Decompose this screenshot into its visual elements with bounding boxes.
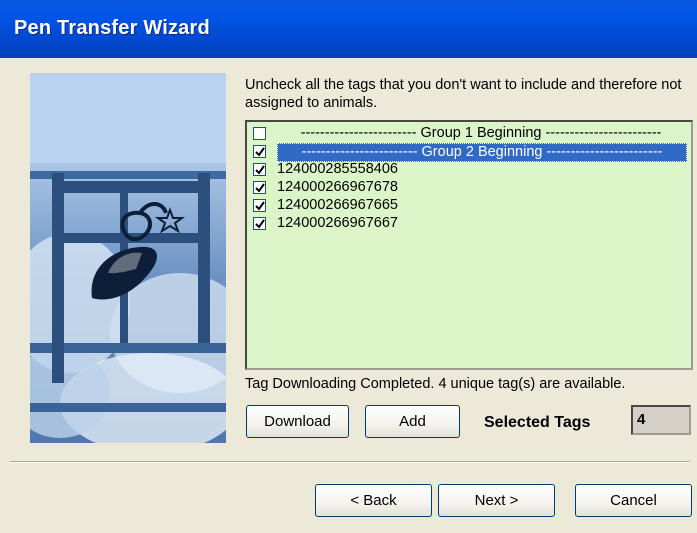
tag-label: ------------------------ Group 2 Beginni… — [277, 143, 687, 162]
tag-list-item[interactable]: 124000266967667 — [251, 215, 689, 233]
tag-list-item[interactable]: ------------------------ Group 1 Beginni… — [251, 125, 689, 143]
selected-tags-label: Selected Tags — [484, 414, 591, 431]
tag-label: 124000266967678 — [277, 179, 398, 195]
tag-checkbox[interactable] — [253, 127, 266, 140]
checkmark-icon — [255, 219, 265, 229]
footer-divider — [10, 461, 690, 463]
tag-label: 124000266967667 — [277, 215, 398, 231]
download-button[interactable]: Download — [246, 405, 349, 438]
tag-listbox[interactable]: ------------------------ Group 1 Beginni… — [245, 120, 693, 370]
instructions-text: Uncheck all the tags that you don't want… — [245, 77, 682, 111]
back-button[interactable]: < Back — [315, 484, 432, 517]
tag-list-item[interactable]: 124000266967665 — [251, 197, 689, 215]
add-button[interactable]: Add — [365, 405, 460, 438]
tag-checkbox[interactable] — [253, 163, 266, 176]
next-button[interactable]: Next > — [438, 484, 555, 517]
checkmark-icon — [255, 165, 265, 175]
checkmark-icon — [255, 201, 265, 211]
checkmark-icon — [255, 183, 265, 193]
tag-label: 124000285558406 — [277, 161, 398, 177]
tag-checkbox[interactable] — [253, 199, 266, 212]
tag-checkbox[interactable] — [253, 181, 266, 194]
wizard-side-image — [30, 73, 226, 443]
selected-tags-count: 4 — [631, 405, 691, 435]
tag-list-item[interactable]: 124000266967678 — [251, 179, 689, 197]
tag-list-item[interactable]: ------------------------ Group 2 Beginni… — [251, 143, 689, 162]
checkmark-icon — [255, 147, 265, 157]
tag-checkbox[interactable] — [253, 145, 266, 158]
tag-label: 124000266967665 — [277, 197, 398, 213]
wizard-title-bar: Pen Transfer Wizard — [0, 0, 697, 58]
status-text: Tag Downloading Completed. 4 unique tag(… — [245, 376, 626, 392]
cancel-button[interactable]: Cancel — [575, 484, 692, 517]
wizard-title: Pen Transfer Wizard — [14, 17, 210, 39]
tag-label: ------------------------ Group 1 Beginni… — [300, 125, 662, 141]
tag-checkbox[interactable] — [253, 217, 266, 230]
tag-list-item[interactable]: 124000285558406 — [251, 161, 689, 179]
